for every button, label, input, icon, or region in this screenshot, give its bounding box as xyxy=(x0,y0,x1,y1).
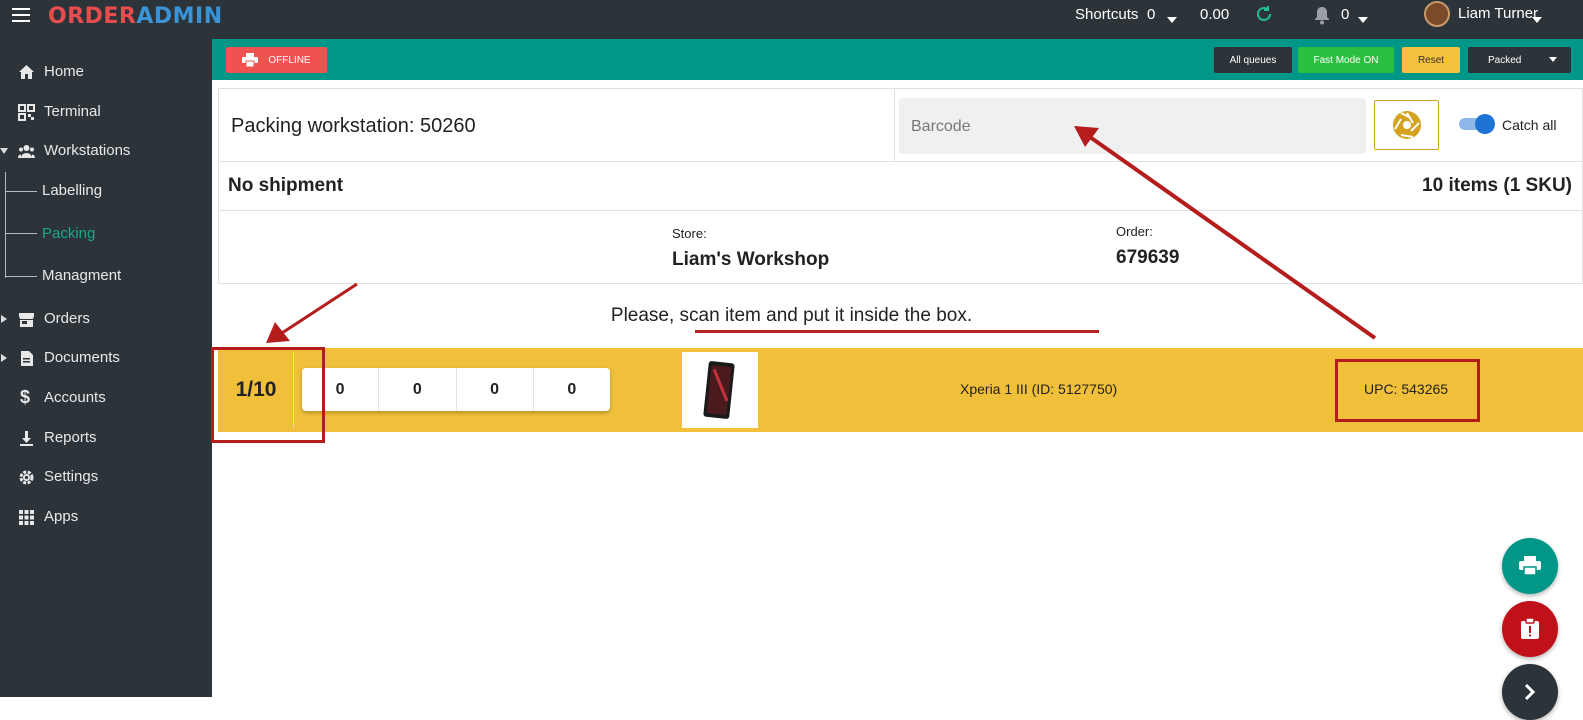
user-menu-dropdown-icon[interactable] xyxy=(1532,11,1542,28)
download-icon xyxy=(20,431,33,446)
annotation-box xyxy=(211,347,325,443)
all-queues-button[interactable]: All queues xyxy=(1214,47,1292,73)
store-value: Liam's Workshop xyxy=(672,249,830,270)
printer-offline-button[interactable]: OFFLINE xyxy=(226,47,327,73)
clipboard-alert-icon xyxy=(1521,618,1539,639)
sidebar-item-workstations[interactable]: Workstations xyxy=(0,133,212,169)
document-icon xyxy=(21,351,33,366)
printer-icon xyxy=(242,53,259,67)
chevron-right-icon xyxy=(1524,683,1536,701)
divider xyxy=(894,89,895,161)
order-label: Order: xyxy=(1116,224,1153,239)
shipment-status: No shipment xyxy=(228,175,344,196)
app-logo[interactable]: ORDERADMIN xyxy=(48,4,223,29)
notifications-count: 0 xyxy=(1341,6,1350,23)
top-bar: ORDERADMIN Shortcuts 0 0.00 0 Liam Turne… xyxy=(0,0,1583,39)
tree-branch xyxy=(5,233,37,234)
barcode-input[interactable]: Barcode xyxy=(899,98,1366,154)
sidebar-item-packing[interactable]: Packing xyxy=(42,225,95,242)
sidebar-item-documents[interactable]: Documents xyxy=(0,340,212,376)
print-fab-button[interactable] xyxy=(1502,538,1558,594)
workstation-title: Packing workstation: 50260 xyxy=(231,115,476,137)
expand-arrow-icon[interactable] xyxy=(0,148,8,154)
sidebar-item-reports[interactable]: Reports xyxy=(0,420,212,456)
next-fab-button[interactable] xyxy=(1502,664,1558,720)
sidebar-item-apps[interactable]: Apps xyxy=(0,499,212,535)
printer-icon xyxy=(1519,556,1541,576)
camera-scan-button[interactable] xyxy=(1374,100,1439,150)
packing-card: Packing workstation: 50260 Barcode Catch… xyxy=(218,88,1583,284)
annotation-underline xyxy=(695,330,1099,333)
chevron-down-icon xyxy=(1549,57,1557,62)
shortcuts-label[interactable]: Shortcuts xyxy=(1075,6,1138,23)
camera-shutter-icon xyxy=(1392,111,1421,139)
shortcuts-count: 0 xyxy=(1147,6,1156,23)
product-image xyxy=(682,352,758,428)
sidebar-item-settings[interactable]: Settings xyxy=(0,459,212,495)
product-name: Xperia 1 III (ID: 5127750) xyxy=(960,381,1118,397)
catch-all-toggle[interactable] xyxy=(1459,114,1495,134)
tree-branch xyxy=(5,276,37,277)
store-label: Store: xyxy=(672,226,707,241)
fast-mode-button[interactable]: Fast Mode ON xyxy=(1298,47,1394,73)
apps-grid-icon xyxy=(19,510,34,525)
qr-code-icon xyxy=(18,104,35,121)
counter-cell[interactable]: 0 xyxy=(379,368,457,411)
user-name[interactable]: Liam Turner xyxy=(1458,5,1538,22)
tree-line xyxy=(5,172,6,278)
divider xyxy=(219,161,1582,162)
sidebar-item-accounts[interactable]: $ Accounts xyxy=(0,380,212,416)
sidebar-item-terminal[interactable]: Terminal xyxy=(0,94,212,130)
gear-icon xyxy=(19,470,34,485)
notifications-dropdown-icon[interactable] xyxy=(1358,11,1368,28)
sidebar-item-home[interactable]: Home xyxy=(0,54,212,90)
report-issue-fab-button[interactable] xyxy=(1502,601,1558,657)
tree-branch xyxy=(5,191,37,192)
counter-cell[interactable]: 0 xyxy=(534,368,610,411)
home-icon xyxy=(19,65,34,79)
status-select[interactable]: Packed xyxy=(1468,47,1571,73)
items-summary: 10 items (1 SKU) xyxy=(1422,175,1572,196)
reset-button[interactable]: Reset xyxy=(1402,47,1460,73)
user-avatar[interactable] xyxy=(1424,1,1450,27)
refresh-icon[interactable] xyxy=(1254,4,1274,28)
sidebar-item-labelling[interactable]: Labelling xyxy=(42,182,102,199)
expand-arrow-icon[interactable] xyxy=(1,354,7,362)
dollar-icon: $ xyxy=(20,387,31,407)
scan-instruction: Please, scan item and put it inside the … xyxy=(610,305,973,326)
bell-icon[interactable] xyxy=(1313,5,1331,29)
annotation-box xyxy=(1335,359,1480,422)
divider xyxy=(219,210,1582,211)
hamburger-menu-icon[interactable] xyxy=(12,8,30,22)
shortcuts-dropdown-icon[interactable] xyxy=(1167,11,1177,28)
quantity-counters: 0 0 0 0 xyxy=(302,368,610,411)
sidebar-item-managment[interactable]: Managment xyxy=(42,267,121,284)
order-value: 679639 xyxy=(1116,247,1180,268)
sidebar: Home Terminal Workstations Labelling Pac… xyxy=(0,39,212,697)
people-icon xyxy=(18,145,35,158)
counter-cell[interactable]: 0 xyxy=(457,368,534,411)
balance-value: 0.00 xyxy=(1200,6,1230,23)
catch-all-label: Catch all xyxy=(1502,117,1557,133)
workstation-toolbar: OFFLINE All queues Fast Mode ON Reset Pa… xyxy=(212,39,1583,80)
